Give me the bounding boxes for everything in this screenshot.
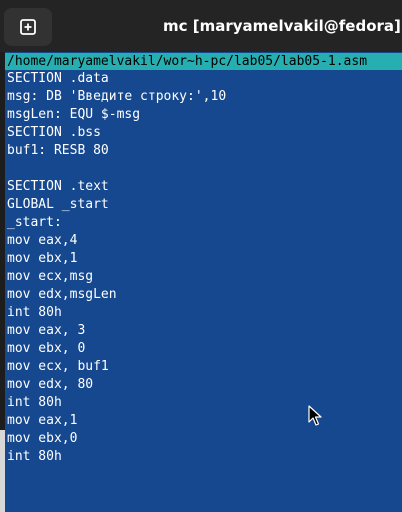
- code-line[interactable]: _start:: [5, 214, 402, 232]
- code-line[interactable]: int 80h: [5, 304, 402, 322]
- code-line[interactable]: mov ebx, 0: [5, 340, 402, 358]
- terminal-window: mc [maryamelvakil@fedora]:~/work /home/m…: [0, 0, 402, 512]
- code-line[interactable]: mov ecx, buf1: [5, 358, 402, 376]
- code-line[interactable]: SECTION .text: [5, 178, 402, 196]
- new-tab-button[interactable]: [4, 8, 52, 46]
- code-line[interactable]: mov edx,msgLen: [5, 286, 402, 304]
- code-line[interactable]: mov ecx,msg: [5, 268, 402, 286]
- code-line[interactable]: msgLen: EQU $-msg: [5, 106, 402, 124]
- code-line[interactable]: mov eax, 3: [5, 322, 402, 340]
- new-tab-plus-icon: [20, 19, 36, 35]
- title-bar: mc [maryamelvakil@fedora]:~/work: [0, 0, 402, 52]
- code-line[interactable]: mov edx, 80: [5, 376, 402, 394]
- code-line[interactable]: SECTION .bss: [5, 124, 402, 142]
- code-line[interactable]: buf1: RESB 80: [5, 142, 402, 160]
- code-line[interactable]: int 80h: [5, 394, 402, 412]
- code-line[interactable]: mov ebx,0: [5, 430, 402, 448]
- mc-editor[interactable]: /home/maryamelvakil/wor~h-pc/lab05/lab05…: [5, 52, 402, 512]
- code-line[interactable]: int 80h: [5, 448, 402, 466]
- editor-text-area[interactable]: SECTION .data msg: DB 'Введите строку:',1…: [5, 70, 402, 466]
- code-line[interactable]: GLOBAL _start: [5, 196, 402, 214]
- code-line[interactable]: mov ebx,1: [5, 250, 402, 268]
- code-line[interactable]: msg: DB 'Введите строку:',10: [5, 88, 402, 106]
- window-title: mc [maryamelvakil@fedora]:~/work: [163, 17, 402, 35]
- file-path-bar: /home/maryamelvakil/wor~h-pc/lab05/lab05…: [5, 53, 402, 70]
- code-line[interactable]: mov eax,1: [5, 412, 402, 430]
- code-line[interactable]: [5, 160, 402, 178]
- code-line[interactable]: SECTION .data: [5, 70, 402, 88]
- mouse-pointer-icon: [308, 405, 322, 426]
- code-line[interactable]: mov eax,4: [5, 232, 402, 250]
